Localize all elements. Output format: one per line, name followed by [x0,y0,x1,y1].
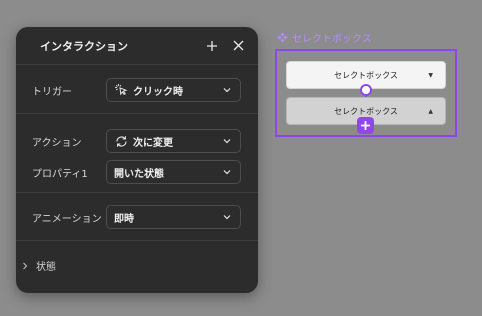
action-value: 次に変更 [133,137,173,149]
property-value: 開いた状態 [114,168,164,180]
action-label: アクション [32,137,82,149]
action-row: アクション 次に変更 [32,128,242,154]
property-select[interactable]: 開いた状態 [106,160,241,184]
refresh-icon [114,134,128,148]
property-row: プロパティ1 開いた状態 [32,159,242,185]
animation-select[interactable]: 即時 [106,205,241,229]
chevron-down-icon [222,85,232,95]
add-variant-button[interactable] [357,117,374,134]
state-toggle[interactable]: 状態 [16,241,258,290]
chevron-down-icon [222,212,232,222]
panel-header: インタラクション [16,27,258,65]
animation-value: 即時 [114,213,134,225]
panel-title: インタラクション [40,39,128,53]
chevron-right-icon [22,262,32,270]
component-set-label[interactable]: セレクトボックス [276,30,372,45]
animation-section: アニメーション 即時 [16,193,258,241]
trigger-value: クリック時 [133,86,183,98]
close-icon[interactable] [230,38,246,54]
trigger-select[interactable]: クリック時 [106,78,241,102]
action-section: アクション 次に変更 プロパティ1 開いた状態 [16,114,258,193]
pointer-click-icon [114,83,128,97]
trigger-label: トリガー [32,86,72,98]
add-icon[interactable] [204,38,220,54]
chevron-down-icon [222,136,232,146]
chevron-down-icon [222,167,232,177]
action-select[interactable]: 次に変更 [106,129,241,153]
component-set-frame[interactable]: セレクトボックス ▼ セレクトボックス ▲ [275,49,457,137]
interaction-panel: インタラクション トリガー クリック時 アクション 次に変更 プロパティ1 開い… [16,27,258,293]
caret-down-icon: ▼ [428,71,433,79]
property-label: プロパティ1 [32,168,88,180]
animation-label: アニメーション [32,213,102,225]
select-box-label: セレクトボックス [334,106,398,116]
component-name: セレクトボックス [292,34,372,45]
animation-row: アニメーション 即時 [32,204,242,230]
caret-up-icon: ▲ [428,107,433,115]
state-label: 状態 [36,262,56,273]
component-set-icon [276,32,288,44]
select-box-label: セレクトボックス [334,70,398,80]
trigger-row: トリガー クリック時 [32,77,242,103]
trigger-section: トリガー クリック時 [16,65,258,114]
